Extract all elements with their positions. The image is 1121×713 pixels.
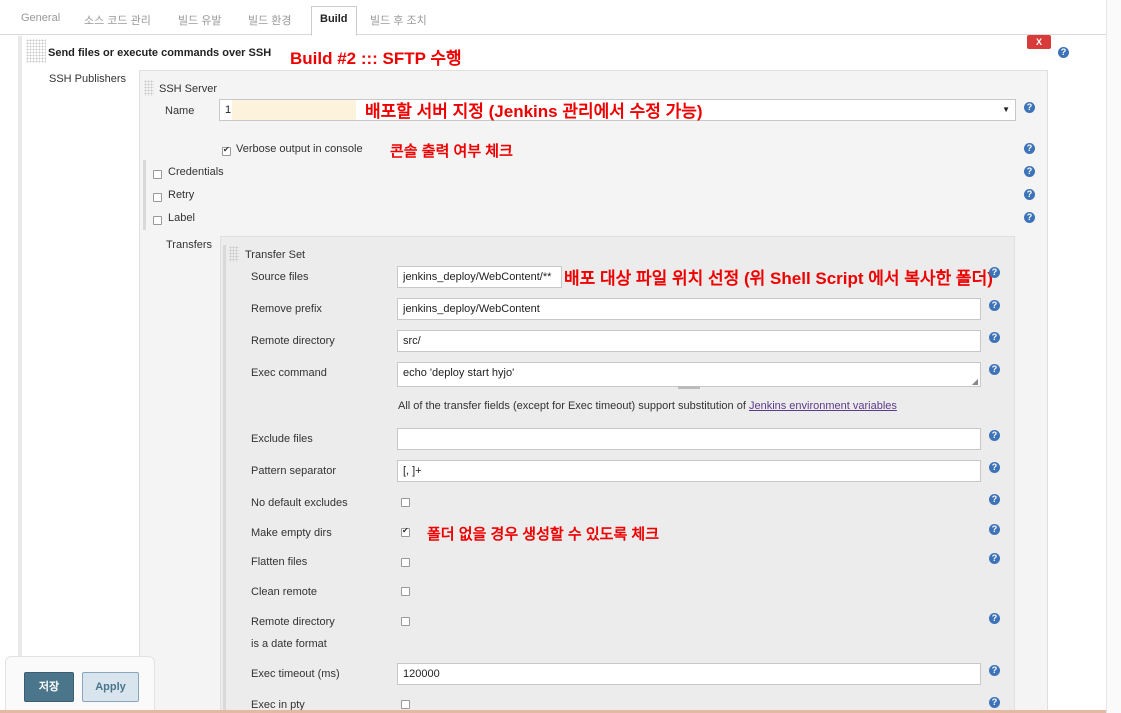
help-icon[interactable]: ? bbox=[989, 430, 1000, 441]
verbose-checkbox[interactable] bbox=[222, 145, 231, 156]
remove-prefix-label: Remove prefix bbox=[251, 303, 322, 315]
pattern-separator-input[interactable]: [, ]+ bbox=[397, 460, 981, 482]
help-icon[interactable]: ? bbox=[1024, 143, 1035, 154]
remote-date-format-checkbox[interactable] bbox=[401, 617, 410, 626]
help-icon[interactable]: ? bbox=[989, 665, 1000, 676]
flatten-files-label: Flatten files bbox=[251, 556, 308, 568]
transfer-note: All of the transfer fields (except for E… bbox=[398, 400, 897, 412]
tab-source-code[interactable]: 소스 코드 관리 bbox=[84, 12, 151, 28]
help-icon[interactable]: ? bbox=[989, 462, 1000, 473]
source-files-input[interactable]: jenkins_deploy/WebContent/** bbox=[397, 266, 562, 288]
tab-build-environment[interactable]: 빌드 환경 bbox=[248, 12, 292, 28]
help-icon[interactable]: ? bbox=[989, 494, 1000, 505]
exec-command-textarea[interactable]: echo 'deploy start hyjo' ◢ bbox=[397, 362, 981, 387]
make-empty-dirs-checkbox[interactable] bbox=[401, 526, 410, 537]
server-bar bbox=[143, 160, 146, 230]
name-label: Name bbox=[165, 105, 195, 117]
annotation-empty-dirs: 폴더 없을 경우 생성할 수 있도록 체크 bbox=[427, 526, 660, 543]
exec-in-pty-checkbox[interactable] bbox=[401, 700, 410, 709]
tab-build-triggers[interactable]: 빌드 유발 bbox=[178, 12, 222, 28]
help-icon[interactable]: ? bbox=[989, 524, 1000, 535]
remote-directory-label: Remote directory bbox=[251, 335, 335, 347]
label-label: Label bbox=[168, 212, 195, 224]
chevron-down-icon: ▼ bbox=[1002, 105, 1010, 114]
annotation-verbose: 콘솔 출력 여부 체크 bbox=[390, 143, 513, 160]
help-icon[interactable]: ? bbox=[989, 300, 1000, 311]
help-icon[interactable]: ? bbox=[1058, 47, 1069, 58]
exec-timeout-input[interactable]: 120000 bbox=[397, 663, 981, 685]
annotation-build: Build #2 ::: SFTP 수행 bbox=[290, 49, 462, 68]
transfer-bar bbox=[223, 245, 226, 713]
ssh-publishers-label: SSH Publishers bbox=[49, 73, 127, 85]
exclude-files-label: Exclude files bbox=[251, 433, 313, 445]
help-icon[interactable]: ? bbox=[1024, 189, 1035, 200]
help-icon[interactable]: ? bbox=[1024, 102, 1035, 113]
tab-general[interactable]: General bbox=[21, 12, 60, 24]
transfer-set-header: Transfer Set bbox=[245, 249, 306, 261]
exec-command-label: Exec command bbox=[251, 367, 327, 379]
credentials-label: Credentials bbox=[168, 166, 224, 178]
section-title: Send files or execute commands over SSH bbox=[48, 47, 272, 59]
help-icon[interactable]: ? bbox=[989, 613, 1000, 624]
transfer-drag-handle[interactable] bbox=[229, 246, 239, 262]
transfers-label: Transfers bbox=[166, 239, 213, 251]
flatten-files-checkbox[interactable] bbox=[401, 558, 410, 567]
credentials-checkbox[interactable] bbox=[153, 170, 162, 179]
annotation-source: 배포 대상 파일 위치 선정 (위 Shell Script 에서 복사한 폴더… bbox=[564, 269, 993, 288]
server-drag-handle[interactable] bbox=[144, 80, 154, 96]
tab-post-build[interactable]: 빌드 후 조치 bbox=[370, 12, 427, 28]
no-default-excludes-label: No default excludes bbox=[251, 497, 348, 509]
save-button[interactable]: 저장 bbox=[24, 672, 74, 702]
exclude-files-input[interactable] bbox=[397, 428, 981, 450]
remote-date-label-2: is a date format bbox=[251, 638, 327, 650]
help-icon[interactable]: ? bbox=[1024, 166, 1035, 177]
annotation-server: 배포할 서버 지정 (Jenkins 관리에서 수정 가능) bbox=[365, 102, 703, 121]
make-empty-dirs-label: Make empty dirs bbox=[251, 527, 332, 539]
scrollbar[interactable] bbox=[1106, 0, 1121, 713]
transfer-note-text: All of the transfer fields (except for E… bbox=[398, 400, 749, 412]
drag-handle[interactable] bbox=[26, 39, 46, 63]
help-icon[interactable]: ? bbox=[989, 332, 1000, 343]
source-files-label: Source files bbox=[251, 271, 309, 283]
help-icon[interactable]: ? bbox=[989, 364, 1000, 375]
remote-date-label-1: Remote directory bbox=[251, 616, 335, 628]
help-icon[interactable]: ? bbox=[989, 553, 1000, 564]
label-checkbox[interactable] bbox=[153, 216, 162, 225]
help-icon[interactable]: ? bbox=[989, 267, 1000, 278]
tab-build[interactable]: Build bbox=[311, 6, 357, 36]
config-tabs: General 소스 코드 관리 빌드 유발 빌드 환경 Build 빌드 후 … bbox=[0, 0, 1106, 36]
jenkins-env-vars-link[interactable]: Jenkins environment variables bbox=[749, 400, 897, 412]
server-name-value: 1 bbox=[225, 104, 232, 116]
retry-checkbox[interactable] bbox=[153, 193, 162, 202]
ssh-server-header: SSH Server bbox=[159, 83, 218, 95]
help-icon[interactable]: ? bbox=[989, 697, 1000, 708]
exec-command-value: echo 'deploy start hyjo' bbox=[403, 367, 515, 379]
verbose-label: Verbose output in console bbox=[236, 143, 363, 155]
apply-button[interactable]: Apply bbox=[82, 672, 139, 702]
retry-label: Retry bbox=[168, 189, 195, 201]
help-icon[interactable]: ? bbox=[1024, 212, 1035, 223]
clean-remote-label: Clean remote bbox=[251, 586, 318, 598]
server-name-redaction bbox=[232, 100, 356, 120]
delete-step-button[interactable]: X bbox=[1027, 35, 1051, 49]
resize-grip-icon[interactable]: ◢ bbox=[972, 377, 978, 386]
exec-timeout-label: Exec timeout (ms) bbox=[251, 668, 340, 680]
no-default-excludes-checkbox[interactable] bbox=[401, 498, 410, 507]
textarea-resize-handle[interactable] bbox=[678, 386, 700, 389]
clean-remote-checkbox[interactable] bbox=[401, 587, 410, 596]
remove-prefix-input[interactable]: jenkins_deploy/WebContent bbox=[397, 298, 981, 320]
pattern-separator-label: Pattern separator bbox=[251, 465, 336, 477]
remote-directory-input[interactable]: src/ bbox=[397, 330, 981, 352]
